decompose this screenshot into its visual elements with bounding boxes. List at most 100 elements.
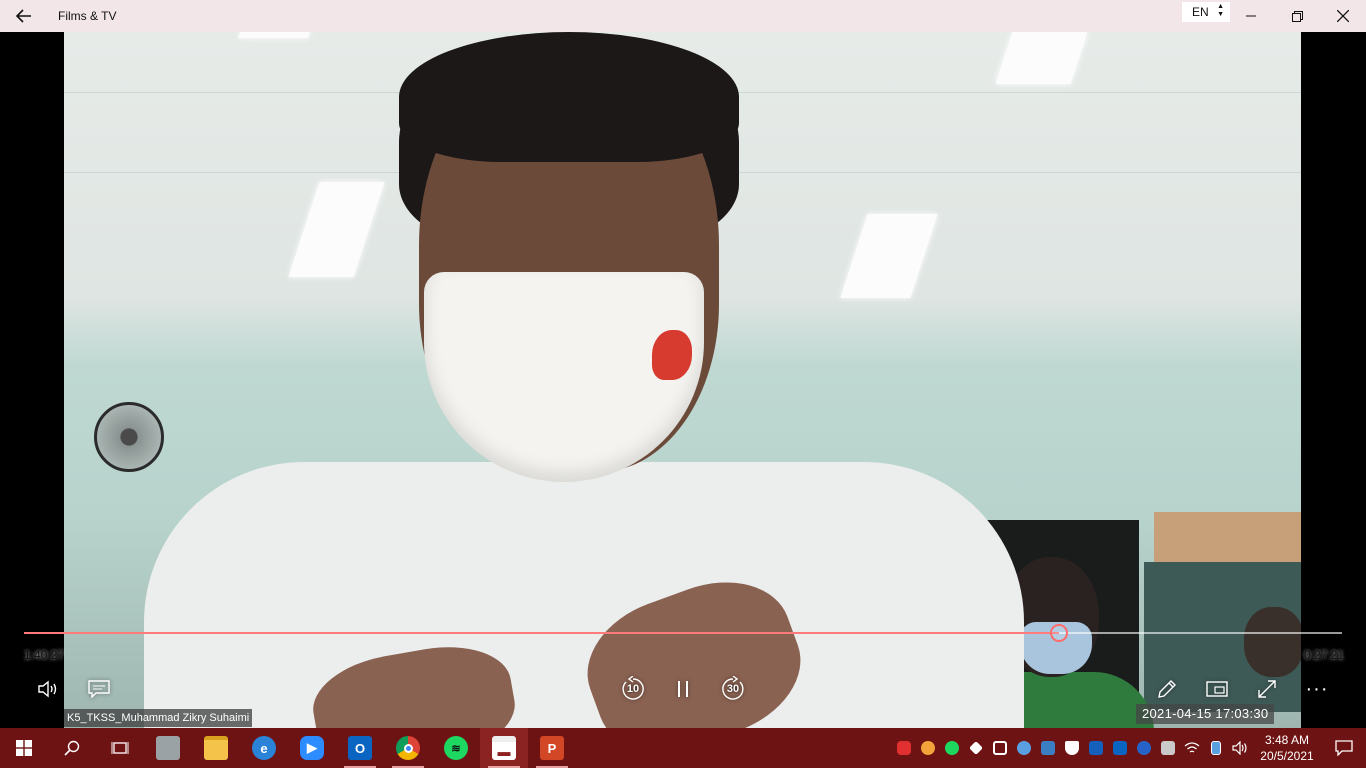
shelf-boxes xyxy=(1154,512,1301,567)
skip-back-seconds: 10 xyxy=(626,683,640,695)
taskbar-app-chrome[interactable] xyxy=(384,728,432,768)
language-indicator[interactable]: EN ▲ ▼ xyxy=(1182,2,1230,22)
pause-icon xyxy=(678,681,688,697)
mini-view-button[interactable] xyxy=(1200,674,1234,704)
tray-sun-icon xyxy=(921,741,935,755)
volume-button[interactable] xyxy=(32,674,66,704)
taskbar: e ▶ O ≋ ▬ P 3:48 AM 20/5/2021 xyxy=(0,728,1366,768)
language-switch-icon: ▲ ▼ xyxy=(1217,3,1224,18)
back-button[interactable] xyxy=(0,0,48,32)
video-area[interactable]: 1:40:27 0:27:21 10 30 ··· K5_TKSS_Muhamm… xyxy=(0,32,1366,728)
mini-view-icon xyxy=(1206,681,1228,697)
pencil-icon xyxy=(1158,680,1176,698)
time-elapsed: 1:40:27 xyxy=(24,648,65,662)
language-label: EN xyxy=(1192,5,1209,19)
tray-app[interactable] xyxy=(1060,728,1084,768)
search-button[interactable] xyxy=(48,728,96,768)
spotify-icon: ≋ xyxy=(444,736,468,760)
taskbar-app-outlook[interactable]: O xyxy=(336,728,384,768)
taskbar-app-powerpoint[interactable]: P xyxy=(528,728,576,768)
bluetooth-icon xyxy=(1137,741,1151,755)
clock-time: 3:48 AM xyxy=(1264,733,1310,747)
taskbar-clock[interactable]: 3:48 AM 20/5/2021 xyxy=(1252,732,1322,764)
taskbar-app-spotify[interactable]: ≋ xyxy=(432,728,480,768)
recording-timestamp: 2021-04-15 17:03:30 xyxy=(1136,704,1275,724)
fullscreen-button[interactable] xyxy=(1250,674,1284,704)
subtitles-button[interactable] xyxy=(82,674,116,704)
edit-button[interactable] xyxy=(1150,674,1184,704)
ceiling-light xyxy=(995,32,1088,84)
tray-app[interactable] xyxy=(916,728,940,768)
minimize-button[interactable] xyxy=(1228,0,1274,32)
ceiling-light xyxy=(288,182,385,277)
folder-icon xyxy=(204,736,228,760)
outlook-tray-icon xyxy=(1113,741,1127,755)
skip-back-button[interactable]: 10 xyxy=(616,674,650,704)
restore-icon xyxy=(1291,10,1303,22)
taskbar-app-zoom[interactable]: ▶ xyxy=(288,728,336,768)
window-title: Films & TV xyxy=(58,9,117,23)
wifi-button[interactable] xyxy=(1180,728,1204,768)
arrow-left-icon xyxy=(16,9,31,23)
system-tray: 3:48 AM 20/5/2021 xyxy=(892,728,1366,768)
start-button[interactable] xyxy=(0,728,48,768)
outlook-icon: O xyxy=(348,736,372,760)
skip-forward-seconds: 30 xyxy=(726,683,740,695)
tray-app[interactable] xyxy=(892,728,916,768)
taskbar-app-internet-explorer[interactable]: e xyxy=(240,728,288,768)
sync-icon xyxy=(1041,741,1055,755)
teamviewer-icon xyxy=(1089,741,1103,755)
globe-icon xyxy=(1017,741,1031,755)
films-tv-window: Films & TV EN ▲ ▼ 1:40:27 0:27:21 10 30 … xyxy=(0,0,1366,768)
close-button[interactable] xyxy=(1320,0,1366,32)
taskbar-app-films-tv[interactable]: ▬ xyxy=(480,728,528,768)
seek-bar-thumb[interactable] xyxy=(1049,624,1068,642)
spotify-tray-icon xyxy=(945,741,959,755)
tray-app[interactable] xyxy=(1132,728,1156,768)
volume-tray-button[interactable] xyxy=(1228,728,1252,768)
tray-app[interactable] xyxy=(1012,728,1036,768)
battery-icon xyxy=(1211,741,1221,755)
tray-app[interactable] xyxy=(1036,728,1060,768)
pause-button[interactable] xyxy=(666,674,700,704)
taskbar-app-scanner[interactable] xyxy=(144,728,192,768)
device-icon xyxy=(1161,741,1175,755)
powerpoint-icon: P xyxy=(540,736,564,760)
shield-icon xyxy=(1065,741,1079,755)
chrome-icon xyxy=(396,736,420,760)
wifi-icon xyxy=(1184,742,1200,753)
title-bar: Films & TV EN ▲ ▼ xyxy=(0,0,1366,32)
tray-app[interactable] xyxy=(1156,728,1180,768)
speaker-icon xyxy=(1232,741,1247,755)
tray-app[interactable] xyxy=(1108,728,1132,768)
tray-app[interactable] xyxy=(964,728,988,768)
video-frame xyxy=(64,32,1301,728)
tray-app[interactable] xyxy=(1084,728,1108,768)
tray-app[interactable] xyxy=(940,728,964,768)
network-share-icon xyxy=(993,741,1007,755)
ceiling-light xyxy=(840,214,938,298)
internet-explorer-icon: e xyxy=(252,736,276,760)
expand-icon xyxy=(1258,680,1276,698)
presenter-shirt xyxy=(144,462,1024,728)
time-remaining: 0:27:21 xyxy=(1304,648,1345,662)
oracle-icon xyxy=(897,741,911,755)
action-center-button[interactable] xyxy=(1322,728,1366,768)
minimize-icon xyxy=(1246,15,1256,17)
battery-button[interactable] xyxy=(1204,728,1228,768)
wall-fan xyxy=(94,402,164,472)
task-view-button[interactable] xyxy=(96,728,144,768)
taskbar-app-file-explorer[interactable] xyxy=(192,728,240,768)
more-options-button[interactable]: ··· xyxy=(1300,674,1334,704)
scanner-icon xyxy=(156,736,180,760)
subtitles-icon xyxy=(88,680,110,698)
seek-bar[interactable] xyxy=(24,624,1342,642)
background-person xyxy=(1244,607,1301,677)
restore-button[interactable] xyxy=(1274,0,1320,32)
skip-forward-button[interactable]: 30 xyxy=(716,674,750,704)
tray-app[interactable] xyxy=(988,728,1012,768)
clock-date: 20/5/2021 xyxy=(1260,749,1314,763)
close-icon xyxy=(1337,10,1349,22)
dropbox-icon xyxy=(969,741,983,755)
zoom-icon: ▶ xyxy=(300,736,324,760)
